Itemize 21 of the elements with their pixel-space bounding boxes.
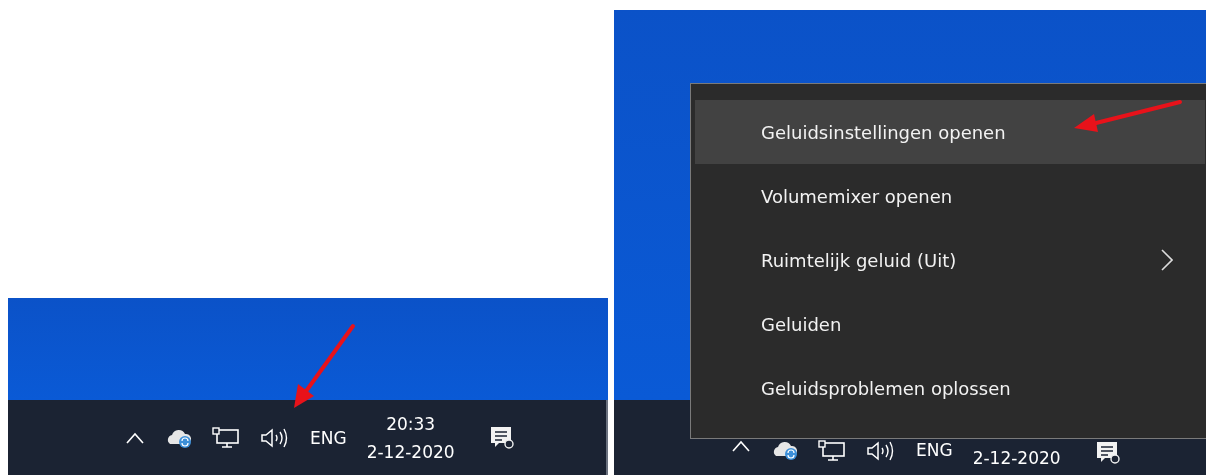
clock-date[interactable]: 2-12-2020 xyxy=(366,437,455,466)
clock-date[interactable]: 2-12-2020 xyxy=(972,444,1061,472)
menu-item[interactable]: Geluidsproblemen oplossen xyxy=(695,356,1205,420)
clock-time[interactable]: 20:33 xyxy=(386,409,436,438)
chevron-right-icon xyxy=(1161,249,1173,271)
menu-item[interactable]: Ruimtelijk geluid (Uit) xyxy=(695,228,1205,292)
language-indicator[interactable]: ENG xyxy=(310,427,347,448)
cloud-icon[interactable] xyxy=(772,440,798,460)
menu-item[interactable]: Volumemixer openen xyxy=(695,164,1205,228)
monitor-icon[interactable] xyxy=(212,426,240,449)
speaker-icon[interactable] xyxy=(866,440,894,462)
notification-icon[interactable] xyxy=(488,424,515,451)
language-indicator[interactable]: ENG xyxy=(916,440,953,460)
chevron-up-icon[interactable] xyxy=(732,440,750,452)
menu-item[interactable]: Geluidsinstellingen openen xyxy=(695,100,1205,164)
chevron-up-icon[interactable] xyxy=(126,431,144,444)
menu-item[interactable]: Geluiden xyxy=(695,292,1205,356)
cloud-icon[interactable] xyxy=(166,427,192,448)
monitor-icon[interactable] xyxy=(818,440,846,462)
speaker-icon[interactable] xyxy=(260,426,288,449)
notification-icon[interactable] xyxy=(1094,440,1121,466)
